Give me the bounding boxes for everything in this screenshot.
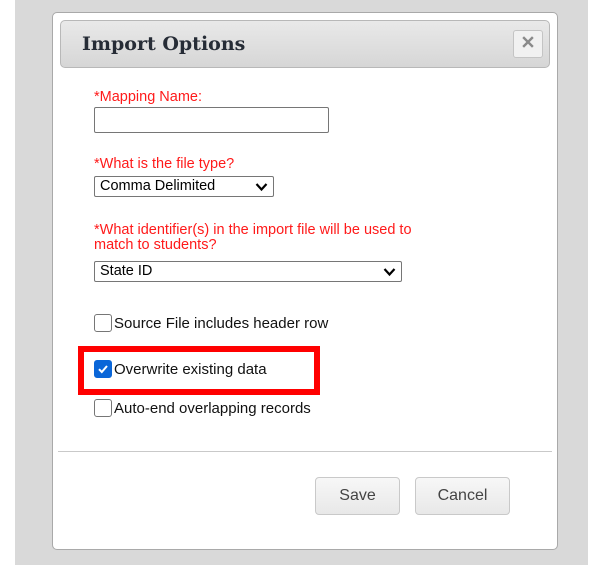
file-type-label: *What is the file type? (94, 156, 235, 172)
mapping-name-label: *Mapping Name: (94, 89, 202, 105)
auto-end-label: Auto-end overlapping records (114, 399, 311, 417)
chevron-down-icon (255, 183, 268, 192)
header-row-option[interactable]: Source File includes header row (94, 314, 328, 332)
identifier-value: State ID (100, 263, 153, 279)
close-icon (522, 35, 534, 53)
auto-end-checkbox[interactable] (94, 399, 112, 417)
file-type-select[interactable]: Comma Delimited (94, 176, 274, 197)
identifier-select[interactable]: State ID (94, 261, 402, 282)
identifier-label: *What identifier(s) in the import file w… (94, 222, 412, 253)
dialog-titlebar: Import Options (60, 20, 550, 68)
header-row-checkbox[interactable] (94, 314, 112, 332)
import-options-dialog: Import Options *Mapping Name: *What is t… (52, 12, 558, 550)
header-row-label: Source File includes header row (114, 314, 329, 332)
chevron-down-icon (383, 268, 396, 277)
highlight-annotation (78, 346, 320, 395)
cancel-button[interactable]: Cancel (415, 477, 510, 515)
close-button[interactable] (513, 30, 543, 58)
mapping-name-input[interactable] (94, 107, 329, 133)
auto-end-option[interactable]: Auto-end overlapping records (94, 399, 311, 417)
save-button[interactable]: Save (315, 477, 400, 515)
dialog-title: Import Options (82, 33, 246, 55)
footer-divider (58, 451, 552, 452)
file-type-value: Comma Delimited (100, 178, 216, 194)
